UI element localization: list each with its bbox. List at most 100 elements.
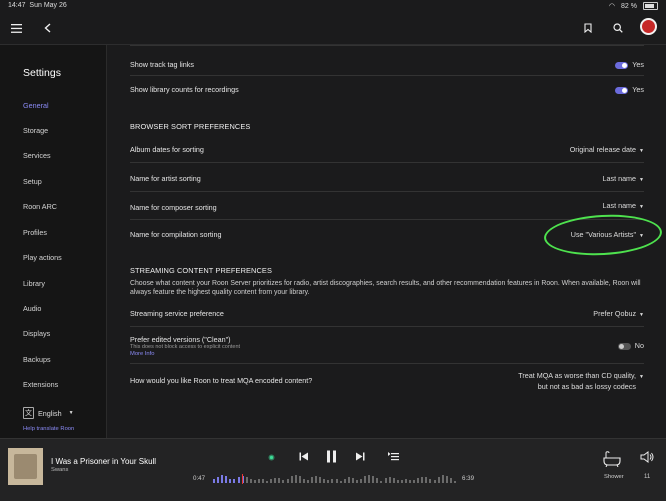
waveform-bar [253,480,256,483]
radio-indicator-icon[interactable] [268,453,275,464]
waveform-bar [400,479,403,483]
waveform-bar [270,479,273,483]
toggle-value: Yes [632,85,644,94]
setting-row-edited-versions: Prefer edited versions ("Clean") This do… [130,327,644,364]
sidebar-item-extensions[interactable]: Extensions [23,380,58,389]
waveform-bar [449,478,452,483]
sidebar-item-library[interactable]: Library [23,279,45,288]
album-art[interactable] [8,448,43,485]
search-icon[interactable] [608,18,628,38]
avatar[interactable] [640,18,657,35]
waveform-bar [323,479,326,483]
battery-percent: 82 % [621,2,637,10]
waveform-bar [441,475,444,483]
dropdown-album-dates[interactable]: Original release date ▼ [570,145,644,154]
dropdown-streaming-service[interactable]: Prefer Qobuz ▼ [593,309,644,318]
setting-label: How would you like Roon to treat MQA enc… [130,376,313,385]
back-icon[interactable] [37,18,57,38]
waveform-bar [302,478,305,483]
dropdown-mqa[interactable]: Treat MQA as worse than CD quality, ▼ but … [518,371,644,391]
setting-label: Album dates for sorting [130,145,204,154]
waveform-bar [233,479,236,483]
setting-label: Prefer edited versions ("Clean") [130,335,231,344]
sidebar-item-general[interactable]: General [23,101,49,110]
language-label: English [38,408,62,418]
waveform-bar [425,476,428,483]
toggle-library-counts[interactable] [615,86,629,94]
waveform-bar [335,479,338,483]
sidebar-item-profiles[interactable]: Profiles [23,228,47,237]
wifi-icon: ◠ [608,3,616,10]
setting-row-composer-sort: Name for composer sorting Last name ▼ [130,192,644,220]
sidebar: Settings General Storage Services Setup … [0,45,107,438]
waveform-bar [343,478,346,483]
waveform-bar [409,479,411,483]
toggle-track-tag-links[interactable] [615,61,629,69]
top-bar [0,12,666,45]
setting-label: Name for composer sorting [130,203,217,212]
help-translate-link[interactable]: Help translate Roon [23,426,74,432]
volume-icon[interactable] [640,451,654,466]
waveform-bar [278,478,281,483]
menu-icon[interactable] [6,18,26,38]
setting-row-streaming-service: Streaming service preference Prefer Qobu… [130,300,644,327]
setting-sublabel: This does not block access to explicit c… [130,344,241,350]
waveform-bar [286,478,289,483]
sidebar-item-play-actions[interactable]: Play actions [23,253,62,262]
status-bar: 14:47 Sun May 26 ◠ 82 % [0,0,666,12]
dropdown-artist-sort[interactable]: Last name ▼ [602,174,644,183]
setting-label: Show library counts for recordings [130,85,239,94]
toggle-edited-versions[interactable] [617,342,631,350]
sidebar-item-setup[interactable]: Setup [23,177,42,186]
track-title[interactable]: I Was a Prisoner in Your Skull [51,457,156,466]
sidebar-item-backups[interactable]: Backups [23,355,51,364]
setting-label: Name for artist sorting [130,174,201,183]
waveform-bar [360,479,362,483]
next-icon[interactable] [355,452,365,464]
toggle-value: No [634,341,644,350]
sidebar-item-audio[interactable]: Audio [23,304,41,313]
waveform-bar [445,475,448,483]
sidebar-item-roon-arc[interactable]: Roon ARC [23,202,57,211]
sidebar-item-services[interactable]: Services [23,151,51,160]
waveform-bar [384,477,387,483]
playhead-marker[interactable] [241,474,243,484]
section-header-streaming: STREAMING CONTENT PREFERENCES [130,266,272,275]
waveform-bar [237,476,240,483]
bathtub-zone-icon[interactable] [602,451,622,470]
waveform-bar [437,476,440,483]
waveform-bar [429,479,432,483]
waveform-bar [413,480,416,483]
dropdown-composer-sort[interactable]: Last name ▼ [602,201,644,210]
waveform-bar [351,477,354,483]
sidebar-item-storage[interactable]: Storage [23,126,48,135]
waveform-bar [368,475,371,483]
waveform-bar [213,479,215,483]
queue-icon[interactable] [388,452,399,464]
battery-icon [643,2,658,10]
elapsed-time: 0:47 [193,475,206,482]
waveform-bar [282,480,285,483]
waveform-bar [380,480,383,483]
sidebar-item-displays[interactable]: Displays [23,329,50,338]
waveform-seekbar[interactable] [213,474,458,484]
waveform-bar [221,475,224,483]
waveform-bar [274,477,277,483]
setting-label: Streaming service preference [130,309,224,318]
track-artist[interactable]: Swans [51,467,68,473]
waveform-bar [376,478,379,483]
zone-name[interactable]: Shower [604,474,624,480]
status-time-date: 14:47 Sun May 26 [8,2,67,9]
waveform-bar [433,479,436,483]
more-info-link[interactable]: More Info [130,351,155,357]
waveform-bar [355,479,358,483]
pause-icon[interactable] [326,450,337,466]
player-bar: I Was a Prisoner in Your Skull Swans 0:4… [0,438,666,501]
waveform-bar [294,475,297,483]
language-selector[interactable]: 文 English ▼ [23,407,74,419]
waveform-bar [331,479,334,483]
settings-main: Show track tag links Yes Show library co… [107,45,666,438]
previous-icon[interactable] [299,452,309,464]
waveform-bar [404,478,407,483]
bookmark-icon[interactable] [578,18,598,38]
